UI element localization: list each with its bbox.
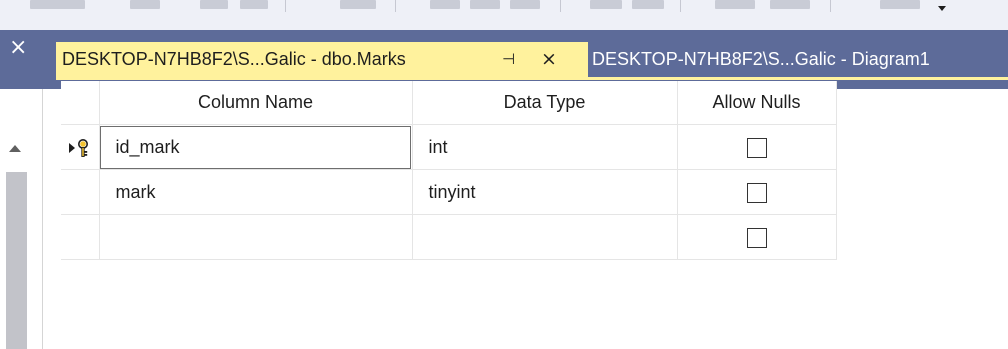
toolbar-button[interactable] (632, 0, 664, 9)
tab-dbo-marks[interactable]: DESKTOP-N7HB8F2\S...Galic - dbo.Marks ⊣ … (56, 42, 588, 77)
header-row: Column Name Data Type Allow Nulls (61, 81, 837, 125)
tab-title: DESKTOP-N7HB8F2\S...Galic - Diagram1 (592, 49, 930, 69)
toolbar-separator (285, 0, 286, 12)
tab-diagram1[interactable]: DESKTOP-N7HB8F2\S...Galic - Diagram1 (590, 42, 1008, 77)
primary-key-icon (69, 139, 88, 157)
toolbar-button[interactable] (340, 0, 376, 9)
column-header-name: Column Name (99, 81, 413, 125)
close-icon[interactable]: × (541, 42, 561, 77)
column-name-cell[interactable]: id_mark (99, 124, 413, 170)
scroll-up-arrow-icon[interactable] (9, 145, 21, 152)
table-row[interactable] (61, 214, 837, 260)
allow-nulls-cell (677, 169, 837, 215)
toolbar-separator (395, 0, 396, 12)
toolbar-button[interactable] (715, 0, 755, 9)
table-row[interactable]: mark tinyint (61, 169, 837, 215)
toolbar-button[interactable] (470, 0, 500, 9)
allow-nulls-cell (677, 214, 837, 260)
tab-active-underline (56, 77, 1008, 80)
table-designer-grid: Column Name Data Type Allow Nulls id_mar… (61, 81, 837, 260)
close-icon[interactable]: × (9, 37, 27, 59)
toolbar-button[interactable] (770, 0, 810, 9)
pin-icon[interactable]: ⊣ (502, 42, 522, 77)
scrollbar-thumb[interactable] (6, 172, 27, 349)
allow-nulls-cell (677, 124, 837, 170)
toolbar-button[interactable] (200, 0, 228, 9)
chevron-down-icon[interactable] (938, 6, 946, 11)
row-selector-header (61, 81, 100, 125)
toolbar-separator (830, 0, 831, 12)
table-row[interactable]: id_mark int (61, 124, 837, 170)
row-selector[interactable] (61, 124, 100, 170)
columns-table: Column Name Data Type Allow Nulls id_mar… (61, 81, 837, 260)
data-type-cell[interactable]: tinyint (412, 169, 678, 215)
toolbar-button[interactable] (430, 0, 460, 9)
toolbar (0, 0, 1008, 30)
column-name-cell[interactable]: mark (99, 169, 413, 215)
toolbar-button[interactable] (510, 0, 540, 9)
toolbar-button[interactable] (880, 0, 920, 9)
row-selector[interactable] (61, 214, 100, 260)
data-type-cell[interactable]: int (412, 124, 678, 170)
toolbar-separator (680, 0, 681, 12)
column-name-cell[interactable] (99, 214, 413, 260)
toolbar-button[interactable] (130, 0, 160, 9)
toolbar-button[interactable] (30, 0, 85, 9)
data-type-cell[interactable] (412, 214, 678, 260)
column-header-nulls: Allow Nulls (677, 81, 837, 125)
toolbar-button[interactable] (590, 0, 622, 9)
row-selector[interactable] (61, 169, 100, 215)
allow-nulls-checkbox[interactable] (746, 227, 767, 248)
allow-nulls-checkbox[interactable] (746, 182, 767, 203)
allow-nulls-checkbox[interactable] (746, 137, 767, 158)
toolbar-button[interactable] (240, 0, 268, 9)
column-header-type: Data Type (412, 81, 678, 125)
tab-title: DESKTOP-N7HB8F2\S...Galic - dbo.Marks (62, 49, 406, 69)
toolbar-separator (560, 0, 561, 12)
